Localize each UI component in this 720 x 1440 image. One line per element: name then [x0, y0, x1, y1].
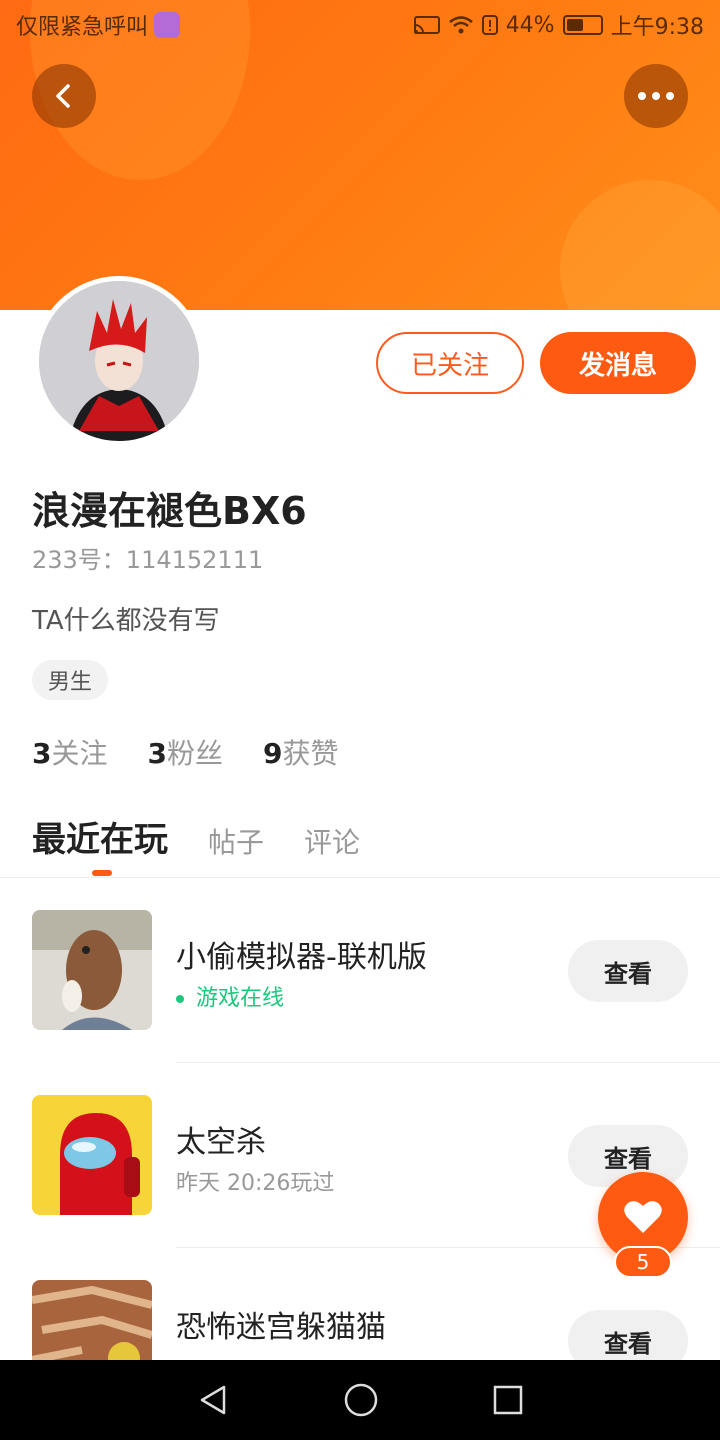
game-thumbnail	[32, 910, 152, 1030]
chevron-left-icon	[56, 84, 70, 108]
user-id: 233号：114152111	[32, 546, 264, 574]
divider	[0, 877, 720, 878]
nav-home-icon[interactable]	[343, 1382, 379, 1418]
tab-comments[interactable]: 评论	[304, 821, 360, 861]
game-thumbnail	[32, 1280, 152, 1360]
like-count-badge: 5	[614, 1246, 672, 1278]
game-last-played: 昨天 20:26玩过	[176, 1171, 335, 1196]
username: 浪漫在褪色BX6	[32, 489, 307, 533]
tab-posts[interactable]: 帖子	[208, 821, 264, 861]
game-thumbnail	[32, 1095, 152, 1215]
profile-tabs: 最近在玩 帖子 评论	[32, 812, 360, 861]
view-game-button[interactable]: 查看	[568, 1310, 688, 1360]
battery-icon	[562, 15, 603, 35]
more-options-button[interactable]	[624, 64, 688, 128]
active-tab-indicator	[92, 870, 112, 876]
clock: 上午9:38	[610, 15, 704, 40]
send-message-button[interactable]: 发消息	[540, 332, 696, 394]
back-button[interactable]	[32, 64, 96, 128]
stat-following[interactable]: 3关注	[32, 732, 108, 772]
wifi-icon	[448, 16, 473, 34]
nav-back-icon[interactable]	[196, 1383, 230, 1417]
avatar-image	[39, 281, 199, 441]
stat-fans[interactable]: 3粉丝	[148, 732, 224, 772]
tab-recently-played[interactable]: 最近在玩	[32, 812, 168, 861]
battery-percent: 44%	[505, 12, 555, 38]
alert-icon	[481, 15, 498, 35]
divider	[176, 1062, 720, 1063]
avatar[interactable]	[34, 276, 204, 446]
system-nav-bar	[0, 1360, 720, 1440]
game-status: 游戏在线	[176, 980, 284, 1012]
list-item[interactable]: 小偷模拟器-联机版 游戏在线 查看	[0, 910, 720, 1095]
user-bio: TA什么都没有写	[32, 606, 220, 636]
game-title: 恐怖迷宫躲猫猫	[176, 1310, 386, 1345]
game-title: 太空杀	[176, 1125, 266, 1160]
stat-likes: 9获赞	[263, 737, 339, 770]
app-notification-icon	[154, 12, 181, 38]
cast-icon	[413, 16, 440, 34]
game-title: 小偷模拟器-联机版	[176, 940, 427, 975]
list-item[interactable]: 恐怖迷宫躲猫猫 查看	[0, 1280, 720, 1360]
more-horizontal-icon	[638, 92, 674, 100]
profile-stats: 3关注 3粉丝 9获赞	[32, 732, 339, 772]
gender-tag: 男生	[32, 660, 109, 700]
followed-button[interactable]: 已关注	[376, 332, 524, 394]
banner-decoration	[560, 180, 720, 310]
online-dot-icon	[176, 995, 184, 1003]
status-bar: 仅限紧急呼叫 44% 上午9:38	[0, 0, 720, 50]
view-game-button[interactable]: 查看	[568, 940, 688, 1002]
nav-recents-icon[interactable]	[492, 1384, 524, 1416]
heart-icon	[624, 1201, 662, 1233]
carrier-text: 仅限紧急呼叫	[16, 15, 149, 40]
